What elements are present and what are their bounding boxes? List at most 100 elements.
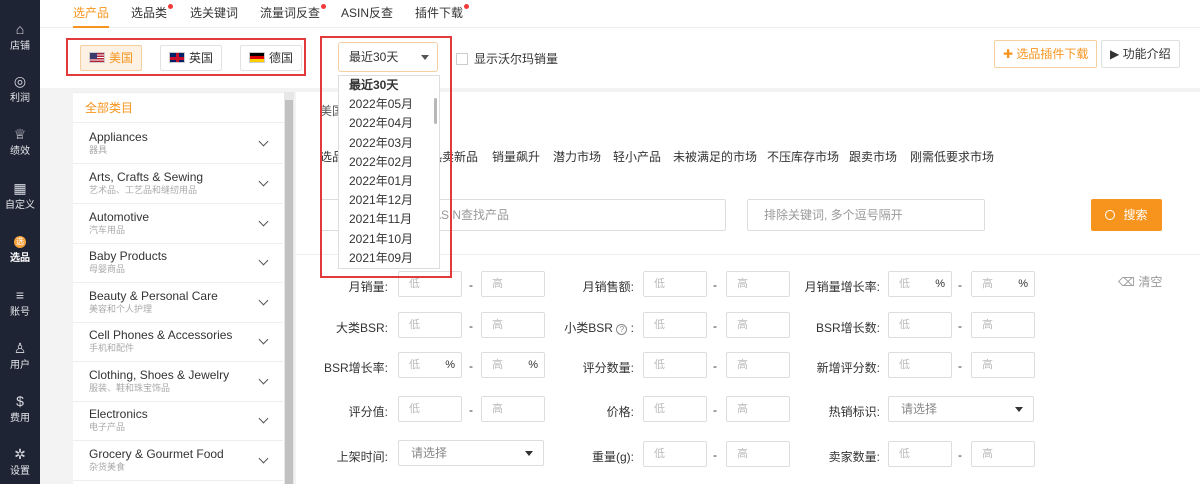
category-item[interactable]: Automotive 汽车用品 xyxy=(73,204,283,244)
month-dropdown-list: 最近30天 2022年05月 2022年04月 2022年03月 2022年02… xyxy=(338,75,440,269)
category-item[interactable]: Electronics 电子产品 xyxy=(73,401,283,441)
sub-bsr-min-input[interactable]: 低 xyxy=(643,312,707,338)
bsr-growth-rate-max-input[interactable]: 高% xyxy=(481,352,545,378)
country-us-button[interactable]: 美国 xyxy=(80,45,143,71)
plugin-download-button[interactable]: ✚ 选品插件下载 xyxy=(994,40,1098,68)
category-item[interactable]: Arts, Crafts & Sewing 艺术品、工艺品和缝纫用品 xyxy=(73,164,283,204)
rating-max-input[interactable]: 高 xyxy=(481,396,545,422)
range-dash: - xyxy=(713,403,717,417)
market-tag[interactable]: 轻小产品 xyxy=(613,148,661,165)
month-option[interactable]: 2021年10月 xyxy=(339,230,439,249)
weight-max-input[interactable]: 高 xyxy=(726,441,790,467)
country-uk-button[interactable]: 英国 xyxy=(160,45,223,71)
sales-growth-max-input[interactable]: 高% xyxy=(971,271,1035,297)
exclude-keyword-input[interactable]: 排除关键词, 多个逗号隔开 xyxy=(747,199,985,231)
nav-item-user[interactable]: ♙ 用户 xyxy=(0,337,40,387)
filter-label: 月销量: xyxy=(348,280,388,294)
month-option[interactable]: 2022年02月 xyxy=(339,153,439,172)
search-button[interactable]: 搜索 xyxy=(1091,199,1162,231)
market-tag[interactable]: 销量飙升 xyxy=(492,148,540,165)
top-tab-bar: 选产品 选品类 选关键词 流量词反查 ASIN反查 插件下载 xyxy=(40,0,1200,28)
review-count-max-input[interactable]: 高 xyxy=(726,352,790,378)
category-item[interactable]: Beauty & Personal Care 美容和个人护理 xyxy=(73,283,283,323)
all-categories-header[interactable]: 全部类目 xyxy=(73,93,285,123)
home-icon: ⌂ xyxy=(15,21,25,37)
nav-item-product-selection[interactable]: 选 选品 xyxy=(0,230,40,280)
month-option[interactable]: 2022年04月 xyxy=(339,114,439,133)
tab-select-product[interactable]: 选产品 xyxy=(73,0,110,28)
nav-item-fee[interactable]: $ 费用 xyxy=(0,390,40,440)
monthly-sales-max-input[interactable]: 高 xyxy=(481,271,545,297)
category-scrollbar[interactable] xyxy=(284,92,294,484)
month-option[interactable]: 最近30天 xyxy=(339,76,439,95)
clear-button[interactable]: ⌫ 清空 xyxy=(1118,273,1162,290)
market-tag[interactable]: 不压库存市场 xyxy=(767,148,839,165)
category-item[interactable]: Appliances 器具 xyxy=(73,124,283,164)
month-option[interactable]: 2021年12月 xyxy=(339,191,439,210)
country-de-button[interactable]: 德国 xyxy=(240,45,303,71)
category-item[interactable]: Cell Phones & Accessories 手机和配件 xyxy=(73,322,283,362)
monthly-revenue-max-input[interactable]: 高 xyxy=(726,271,790,297)
tab-asin-reverse[interactable]: ASIN反查 xyxy=(341,0,393,28)
month-option[interactable]: 2022年01月 xyxy=(339,172,439,191)
listing-time-select[interactable]: 请选择 xyxy=(398,440,544,466)
range-dash: - xyxy=(958,319,962,333)
nav-item-account[interactable]: ≡ 账号 xyxy=(0,284,40,334)
seller-count-min-input[interactable]: 低 xyxy=(888,441,952,467)
month-option[interactable]: 2022年03月 xyxy=(339,134,439,153)
bsr-growth-count-min-input[interactable]: 低 xyxy=(888,312,952,338)
weight-min-input[interactable]: 低 xyxy=(643,441,707,467)
new-reviews-min-input[interactable]: 低 xyxy=(888,352,952,378)
us-flag-icon xyxy=(89,52,105,63)
month-option[interactable]: 2022年05月 xyxy=(339,95,439,114)
category-item[interactable]: Clothing, Shoes & Jewelry 服装、鞋和珠宝饰品 xyxy=(73,362,283,402)
seller-count-max-input[interactable]: 高 xyxy=(971,441,1035,467)
nav-item-custom[interactable]: ▦ 自定义 xyxy=(0,177,40,227)
help-icon[interactable]: ? xyxy=(616,324,628,335)
hot-tag-select[interactable]: 请选择 xyxy=(888,396,1034,422)
left-navigation: ⌂ 店铺 ◎ 利润 ♕ 绩效 ▦ 自定义 选 选品 ≡ 账号 ♙ 用户 $ 费用… xyxy=(0,0,40,484)
main-bsr-min-input[interactable]: 低 xyxy=(398,312,462,338)
tab-plugin-download[interactable]: 插件下载 xyxy=(415,0,470,28)
price-min-input[interactable]: 低 xyxy=(643,396,707,422)
nav-item-profit[interactable]: ◎ 利润 xyxy=(0,70,40,120)
bsr-growth-rate-min-input[interactable]: 低% xyxy=(398,352,462,378)
rating-min-input[interactable]: 低 xyxy=(398,396,462,422)
category-item[interactable]: Baby Products 母婴商品 xyxy=(73,243,283,283)
caret-down-icon xyxy=(1015,407,1023,412)
market-tag[interactable]: 刚需低要求市场 xyxy=(910,148,994,165)
puzzle-icon: ✚ xyxy=(1003,47,1017,61)
sub-bsr-max-input[interactable]: 高 xyxy=(726,312,790,338)
dropdown-scrollbar[interactable] xyxy=(434,98,437,124)
scrollbar-thumb[interactable] xyxy=(285,100,293,484)
filter-label: 价格: xyxy=(606,405,634,419)
checkbox[interactable] xyxy=(456,53,468,65)
market-tag[interactable]: 未被满足的市场 xyxy=(673,148,757,165)
notification-dot xyxy=(168,4,174,9)
month-option[interactable]: 2021年11月 xyxy=(339,210,439,229)
tab-traffic-word-reverse[interactable]: 流量词反查 xyxy=(260,0,327,28)
select-product-icon: 选 xyxy=(14,236,26,249)
nav-item-store[interactable]: ⌂ 店铺 xyxy=(0,18,40,68)
nav-item-settings[interactable]: ✲ 设置 xyxy=(0,443,40,484)
category-item[interactable]: Grocery & Gourmet Food 杂货美食 xyxy=(73,441,283,481)
monthly-revenue-min-input[interactable]: 低 xyxy=(643,271,707,297)
bsr-growth-count-max-input[interactable]: 高 xyxy=(971,312,1035,338)
tab-select-category[interactable]: 选品类 xyxy=(131,0,174,28)
main-bsr-max-input[interactable]: 高 xyxy=(481,312,545,338)
review-count-min-input[interactable]: 低 xyxy=(643,352,707,378)
market-tag[interactable]: 跟卖市场 xyxy=(849,148,897,165)
sales-growth-min-input[interactable]: 低% xyxy=(888,271,952,297)
market-tag[interactable]: 潜力市场 xyxy=(553,148,601,165)
walmart-sales-toggle[interactable]: 显示沃尔玛销量 xyxy=(456,50,558,67)
new-reviews-max-input[interactable]: 高 xyxy=(971,352,1035,378)
filter-label: 评分值: xyxy=(348,405,388,419)
price-max-input[interactable]: 高 xyxy=(726,396,790,422)
play-icon: ▶ xyxy=(1110,47,1123,61)
month-option[interactable]: 2021年09月 xyxy=(339,249,439,268)
range-dash: - xyxy=(469,403,473,417)
tab-select-keyword[interactable]: 选关键词 xyxy=(190,0,238,28)
month-select[interactable]: 最近30天 xyxy=(338,42,438,72)
feature-intro-button[interactable]: ▶ 功能介绍 xyxy=(1101,40,1180,68)
nav-item-performance[interactable]: ♕ 绩效 xyxy=(0,123,40,173)
